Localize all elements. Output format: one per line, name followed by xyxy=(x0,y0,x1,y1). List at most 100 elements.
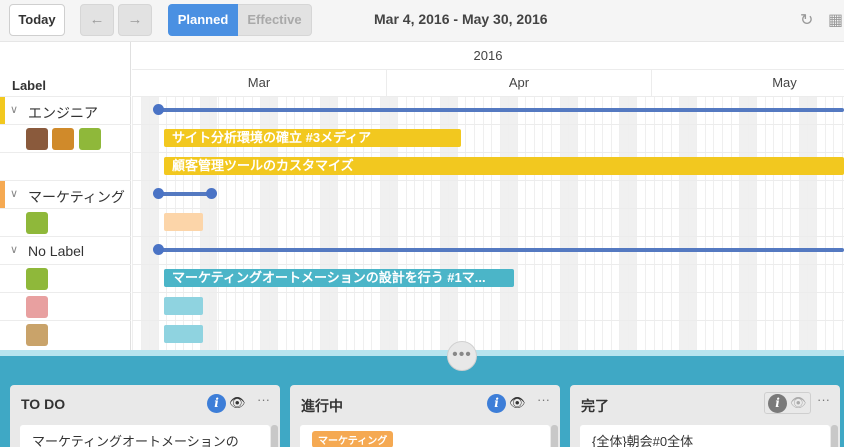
day-gridline xyxy=(799,96,800,350)
eye-icon[interactable]: 👁 xyxy=(790,395,807,411)
eye-icon[interactable]: 👁 xyxy=(509,395,526,411)
day-gridline xyxy=(602,96,603,350)
label-group-marketing[interactable]: ∨ マーケティング xyxy=(0,180,131,209)
day-gridline xyxy=(756,96,757,350)
list-title: 進行中 xyxy=(301,398,343,414)
info-icon[interactable]: i xyxy=(207,393,226,413)
scrollbar[interactable] xyxy=(271,425,278,447)
label-group-name: No Label xyxy=(28,243,85,259)
day-gridline xyxy=(500,96,501,350)
calendar-icon[interactable]: ▦ xyxy=(828,10,843,30)
day-gridline xyxy=(132,96,133,350)
refresh-icon[interactable]: ↻ xyxy=(800,10,813,30)
avatar[interactable] xyxy=(52,128,74,150)
avatar[interactable] xyxy=(79,128,101,150)
group-start-dot[interactable] xyxy=(153,244,164,255)
day-gridline xyxy=(713,96,714,350)
avatar[interactable] xyxy=(26,212,48,234)
list-icons: i 👁 xyxy=(487,392,526,414)
day-gridline xyxy=(611,96,612,350)
day-gridline xyxy=(619,96,620,350)
day-gridline xyxy=(542,96,543,350)
task-card[interactable]: {全体}朝会#0全体 xyxy=(580,425,830,447)
row-separator xyxy=(132,96,844,97)
month-header-may: May xyxy=(772,75,797,90)
row-separator xyxy=(132,180,844,181)
eye-icon[interactable]: 👁 xyxy=(229,395,246,411)
task-card[interactable]: マーケティングオートメーションの xyxy=(20,425,270,447)
prev-button[interactable]: ← xyxy=(80,4,114,36)
chevron-down-icon[interactable]: ∨ xyxy=(10,187,18,200)
task-bar[interactable] xyxy=(164,297,203,315)
kanban-list-in-progress: 進行中 i 👁 ··· マーケティング xyxy=(290,385,560,447)
task-bar[interactable]: 顧客管理ツールのカスタマイズ xyxy=(164,157,844,175)
scrollbar[interactable] xyxy=(831,425,838,447)
list-icons: i 👁 xyxy=(764,392,811,414)
today-button[interactable]: Today xyxy=(9,4,65,36)
info-icon[interactable]: i xyxy=(487,393,506,413)
avatar[interactable] xyxy=(26,296,48,318)
planned-button[interactable]: Planned xyxy=(168,4,238,36)
day-gridline xyxy=(696,96,697,350)
timeline-area: 2016 Mar Apr May サイト分析環境の確立 #3メディア 顧客管理ツ… xyxy=(132,42,844,350)
effective-button[interactable]: Effective xyxy=(238,4,312,36)
day-gridline xyxy=(585,96,586,350)
day-gridline xyxy=(842,96,843,350)
row-separator xyxy=(132,320,844,321)
scrollbar[interactable] xyxy=(551,425,558,447)
day-gridline xyxy=(534,96,535,350)
avatar[interactable] xyxy=(26,268,48,290)
day-gridline xyxy=(645,96,646,350)
more-options-icon[interactable]: ··· xyxy=(817,392,830,407)
group-summary-line[interactable] xyxy=(158,192,212,196)
chevron-down-icon[interactable]: ∨ xyxy=(10,103,18,116)
day-gridline xyxy=(474,96,475,350)
task-card[interactable]: マーケティング xyxy=(300,425,550,447)
day-gridline xyxy=(628,96,629,350)
day-gridline xyxy=(748,96,749,350)
group-summary-line[interactable] xyxy=(158,248,844,252)
more-options-icon[interactable]: ··· xyxy=(257,392,270,407)
month-header-apr: Apr xyxy=(387,70,652,96)
month-header-mar: Mar xyxy=(132,70,387,96)
kanban-list-todo: TO DO i 👁 ··· マーケティングオートメーションの xyxy=(10,385,280,447)
group-start-dot[interactable] xyxy=(153,188,164,199)
group-end-dot[interactable] xyxy=(206,188,217,199)
day-gridline xyxy=(705,96,706,350)
kanban-board: TO DO i 👁 ··· マーケティングオートメーションの 進行中 i 👁 ·… xyxy=(0,356,844,447)
list-title: 完了 xyxy=(581,398,609,414)
schedule-mode-toggle: Planned Effective xyxy=(168,4,312,36)
day-gridline xyxy=(731,96,732,350)
group-summary-line[interactable] xyxy=(158,108,844,112)
task-bar[interactable]: マーケティングオートメーションの設計を行う #1マ... xyxy=(164,269,514,287)
row-separator xyxy=(132,208,844,209)
row-separator xyxy=(132,124,844,125)
task-bar[interactable] xyxy=(164,325,203,343)
pane-resize-handle[interactable]: ••• xyxy=(447,341,477,371)
group-start-dot[interactable] xyxy=(153,104,164,115)
label-column: Label ∨ エンジニア ∨ マーケティング ∨ No Label xyxy=(0,42,131,350)
day-gridline xyxy=(491,96,492,350)
toolbar: Today ← → Planned Effective Mar 4, 2016 … xyxy=(0,0,844,42)
task-bar[interactable] xyxy=(164,213,203,231)
more-options-icon[interactable]: ··· xyxy=(537,392,550,407)
day-gridline xyxy=(688,96,689,350)
label-group-engineer[interactable]: ∨ エンジニア xyxy=(0,96,131,125)
label-group-no-label[interactable]: ∨ No Label xyxy=(0,236,131,264)
day-gridline xyxy=(765,96,766,350)
chevron-down-icon[interactable]: ∨ xyxy=(10,243,18,256)
row-separator xyxy=(132,292,844,293)
day-gridline xyxy=(825,96,826,350)
label-color-stripe xyxy=(0,97,5,125)
label-row-members xyxy=(0,320,131,348)
avatar[interactable] xyxy=(26,324,48,346)
label-header: Label xyxy=(12,78,46,93)
info-icon[interactable]: i xyxy=(768,393,787,413)
avatar[interactable] xyxy=(26,128,48,150)
day-gridline xyxy=(551,96,552,350)
task-bar[interactable]: サイト分析環境の確立 #3メディア xyxy=(164,129,461,147)
next-button[interactable]: → xyxy=(118,4,152,36)
day-gridline xyxy=(508,96,509,350)
label-row-empty xyxy=(0,152,131,180)
year-header: 2016 xyxy=(132,42,844,70)
